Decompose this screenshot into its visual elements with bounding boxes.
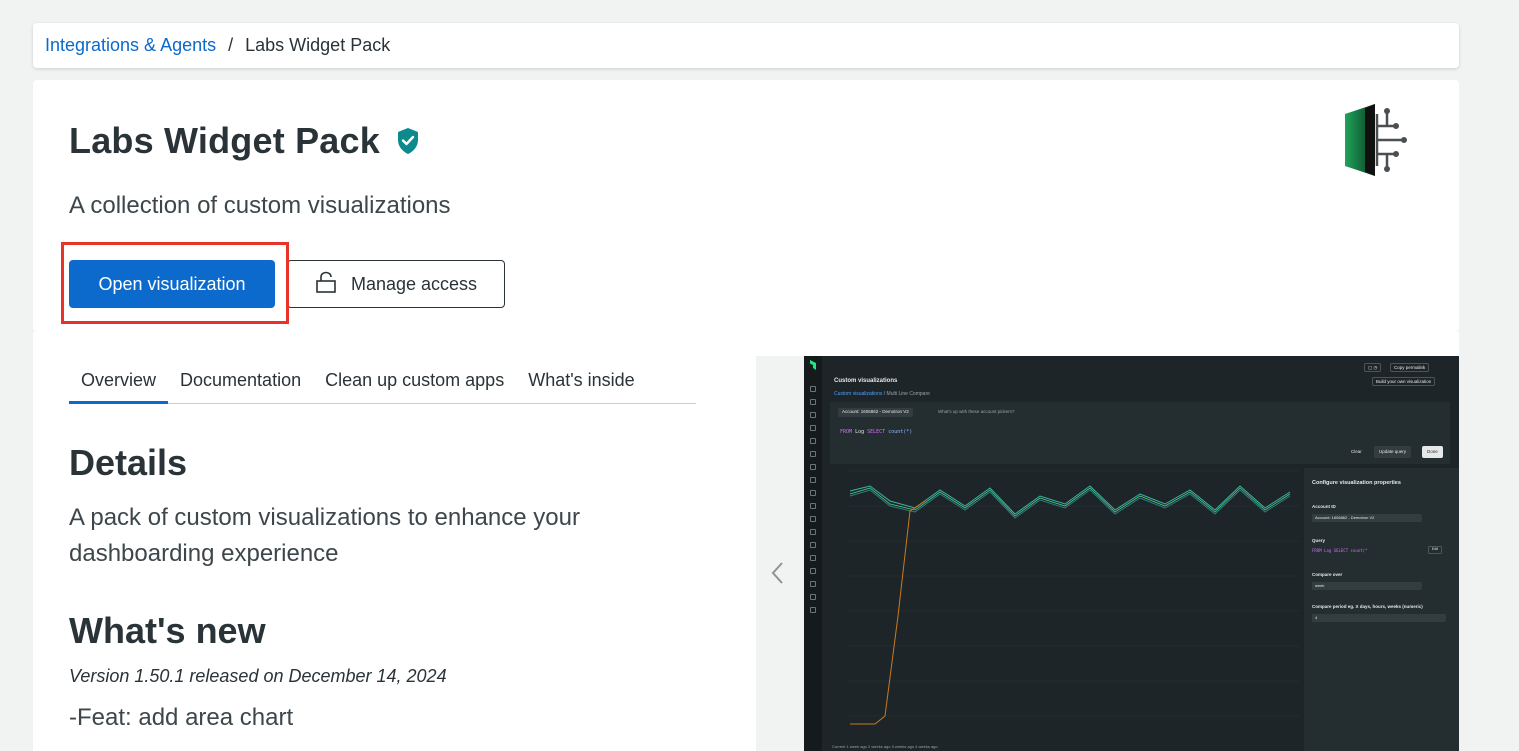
shot-query-builder: Account: 1606862 - Demotron V2 What's up… <box>830 402 1450 464</box>
breadcrumb-current: Labs Widget Pack <box>245 35 391 55</box>
shot-title: Custom visualizations <box>834 378 898 384</box>
panel-account-field: Account: 1606862 - Demotron V2 <box>1312 514 1422 522</box>
nav-icon <box>810 438 816 444</box>
nav-icon <box>810 555 816 561</box>
shot-help-text: What's up with these account pickers? <box>938 409 1015 414</box>
nav-icon <box>810 477 816 483</box>
panel-period-label: Compare period eg. X days, hours, weeks … <box>1312 604 1423 609</box>
shot-update-query: Update query <box>1374 446 1412 458</box>
shot-clear: Clear <box>1351 449 1362 454</box>
breadcrumb-link-integrations[interactable]: Integrations & Agents <box>45 35 216 56</box>
screenshot-sidebar <box>804 356 822 751</box>
shot-icon-buttons: ▢ ◷ <box>1364 363 1382 372</box>
nav-icon <box>810 451 816 457</box>
release-line: Version 1.50.1 released on December 14, … <box>69 666 447 686</box>
nav-icon <box>810 399 816 405</box>
page-title: Labs Widget Pack <box>69 120 380 161</box>
panel-compare-field: week <box>1312 582 1422 590</box>
manage-access-label: Manage access <box>350 273 478 294</box>
nav-icon <box>810 542 816 548</box>
shot-config-panel: Configure visualization properties Accou… <box>1304 468 1459 751</box>
nav-icon <box>810 581 816 587</box>
shot-account-picker: Account: 1606862 - Demotron V2 <box>838 408 913 417</box>
nrql-table: Log <box>855 429 865 435</box>
shot-crumb-sep: / <box>883 391 886 397</box>
nav-icon <box>810 386 816 392</box>
nav-icon <box>810 503 816 509</box>
nav-icon <box>810 412 816 418</box>
app-header-card: Labs Widget Pack A collection of custom … <box>33 80 1459 332</box>
shot-crumb-link: Custom visualizations <box>834 391 883 397</box>
nav-icon <box>810 464 816 470</box>
shot-breadcrumb: Custom visualizations / Multi Line Compa… <box>834 391 930 397</box>
tab-clean-up-custom-apps[interactable]: Clean up custom apps <box>313 360 516 404</box>
nav-icon <box>810 490 816 496</box>
verified-shield-icon <box>396 127 420 155</box>
nrql-fn: count(*) <box>888 429 913 435</box>
app-subtitle: A collection of custom visualizations <box>69 192 451 219</box>
title-row: Labs Widget Pack <box>69 120 420 162</box>
shot-nrql: FROM Log SELECT count(*) <box>840 429 912 435</box>
shot-done: Done <box>1422 446 1443 458</box>
unlock-icon <box>315 271 337 298</box>
shot-build-viz: Build your own visualization <box>1372 377 1436 386</box>
breadcrumb: Integrations & Agents / Labs Widget Pack <box>33 23 1459 68</box>
breadcrumb-separator: / <box>228 35 234 55</box>
tab-bar: Overview Documentation Clean up custom a… <box>69 360 696 404</box>
panel-query-value: FROM Log SELECT count(* <box>1312 548 1368 553</box>
tab-overview[interactable]: Overview <box>69 360 169 404</box>
shot-copy-permalink: Copy permalink <box>1390 363 1430 372</box>
panel-compare-label: Compare over <box>1312 572 1343 577</box>
nav-icon <box>810 607 816 613</box>
panel-account-label: Account ID <box>1312 504 1336 509</box>
tab-documentation[interactable]: Documentation <box>168 360 313 404</box>
nav-icon <box>810 568 816 574</box>
panel-heading: Configure visualization properties <box>1312 480 1401 486</box>
whats-new-heading: What's new <box>69 610 266 651</box>
panel-period-field: 4 <box>1312 614 1446 622</box>
new-relic-logo-icon <box>810 360 816 370</box>
open-visualization-button[interactable]: Open visualization <box>69 260 275 308</box>
details-heading: Details <box>69 442 188 483</box>
gallery-screenshot: ▢ ◷ Copy permalink Build your own visual… <box>804 356 1459 751</box>
nav-icon <box>810 594 816 600</box>
shot-legend: Current 1 week ago 2 weeks ago 3 weeks a… <box>832 744 938 749</box>
content-card: Overview Documentation Clean up custom a… <box>33 332 1459 751</box>
nrql-select: SELECT <box>867 429 886 435</box>
screenshot-gallery: ▢ ◷ Copy permalink Build your own visual… <box>756 356 1459 751</box>
shot-line-chart <box>848 470 1300 725</box>
nav-icon <box>810 529 816 535</box>
tab-whats-inside[interactable]: What's inside <box>516 360 646 404</box>
action-buttons: Open visualization Manage access <box>69 260 505 308</box>
labs-widget-pack-logo-icon <box>1343 104 1409 176</box>
nrql-from: FROM <box>840 429 853 435</box>
details-text: A pack of custom visualizations to enhan… <box>69 504 580 567</box>
shot-crumb-current: Multi Line Compare <box>886 391 930 397</box>
chevron-left-icon[interactable] <box>768 560 788 586</box>
panel-edit-button: Edit <box>1428 546 1442 554</box>
panel-query-label: Query <box>1312 538 1326 543</box>
nav-icon <box>810 425 816 431</box>
manage-access-button[interactable]: Manage access <box>287 260 505 308</box>
nav-icon <box>810 516 816 522</box>
feat-line: -Feat: add area chart <box>69 704 294 731</box>
